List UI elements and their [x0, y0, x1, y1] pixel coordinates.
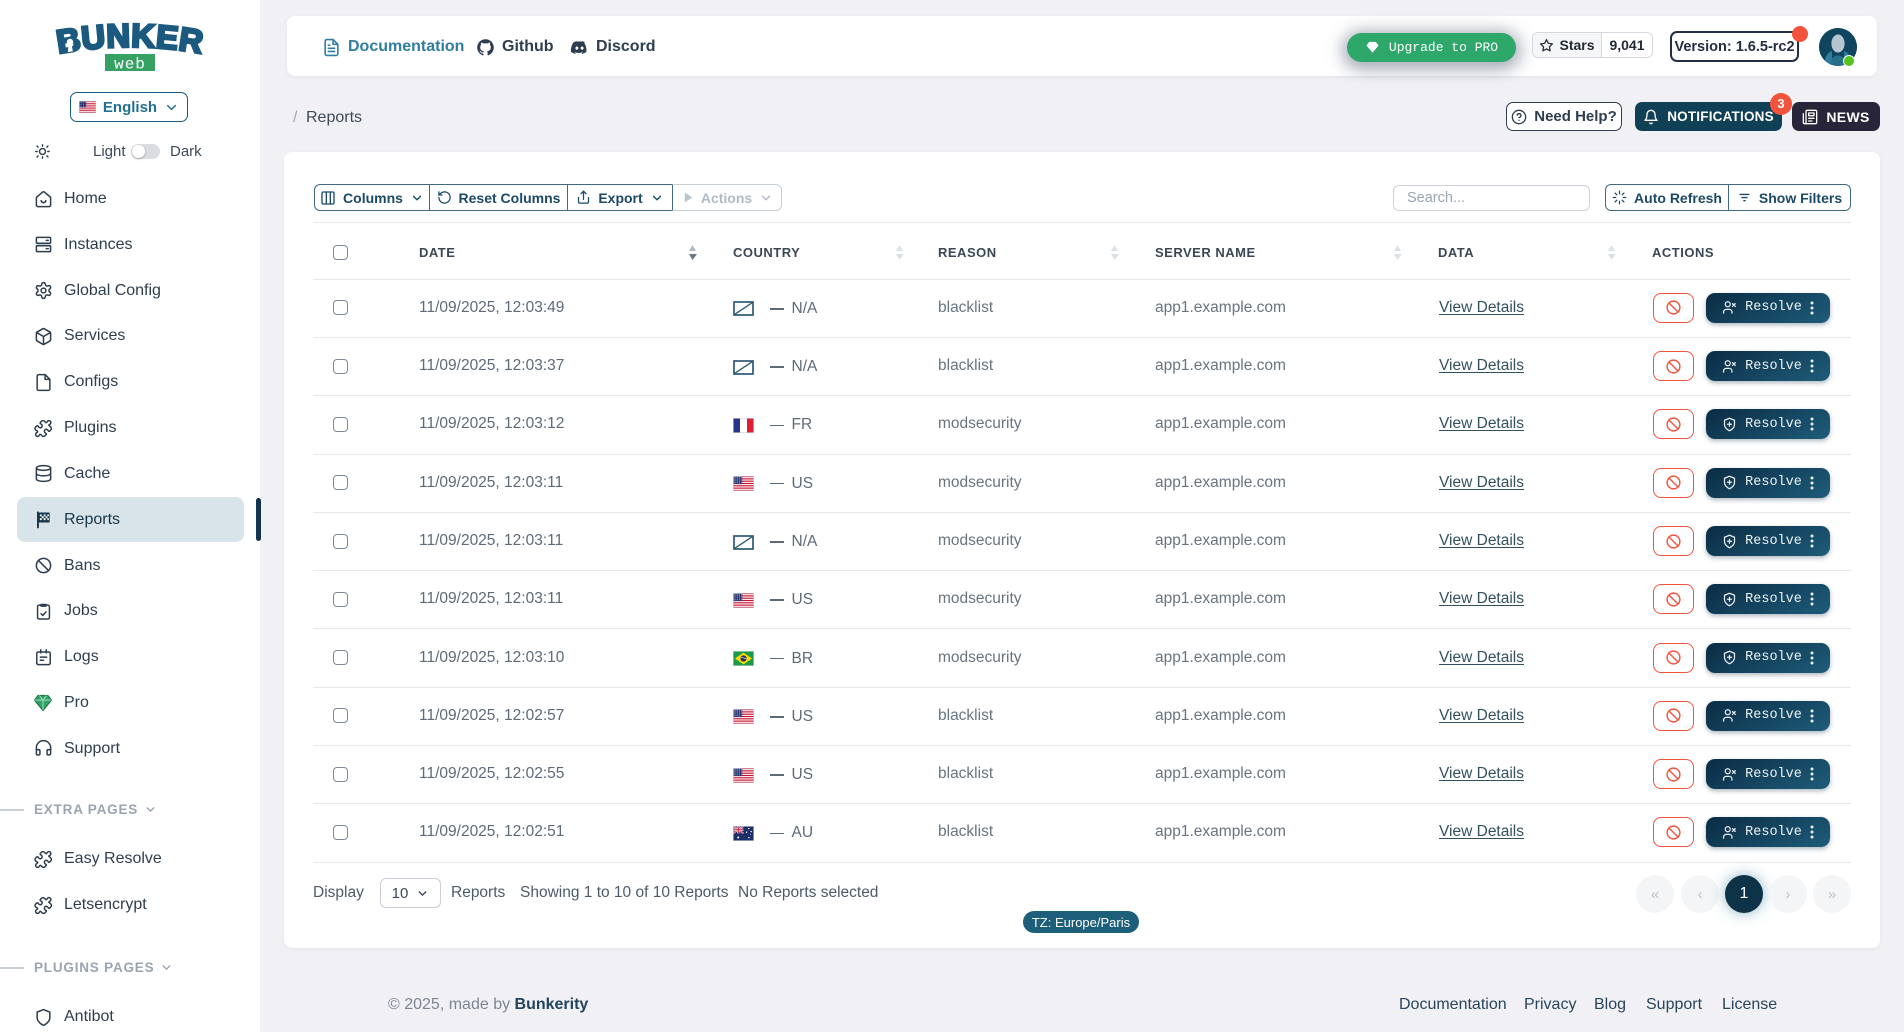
svg-text:web: web: [114, 56, 146, 74]
svg-text:BUNKER: BUNKER: [54, 17, 207, 61]
